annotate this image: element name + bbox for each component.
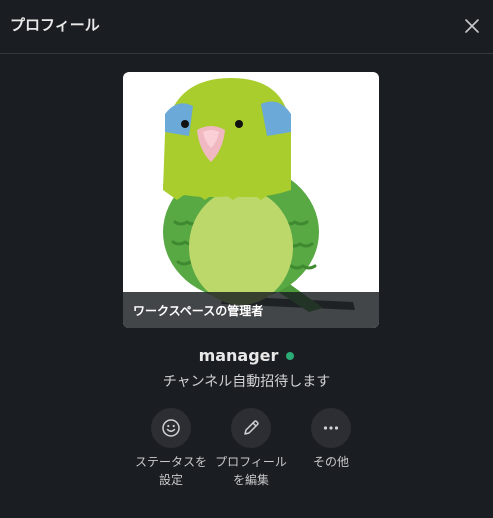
pencil-icon — [244, 420, 259, 435]
smiley-icon — [162, 419, 180, 437]
edit-profile-label: プロフィール を編集 — [215, 455, 287, 487]
panel-title: プロフィール — [10, 16, 100, 34]
avatar[interactable]: ワークスペースの管理者 — [123, 72, 379, 328]
more-button[interactable]: その他 — [286, 408, 376, 471]
close-button[interactable] — [457, 11, 487, 41]
set-status-label: ステータスを 設定 — [134, 455, 207, 487]
edit-profile-button[interactable]: プロフィール を編集 — [206, 408, 296, 489]
more-circle — [311, 408, 351, 448]
role-caption: ワークスペースの管理者 — [123, 292, 379, 328]
edit-profile-circle — [231, 408, 271, 448]
more-icon — [323, 426, 339, 430]
display-name: manager — [198, 346, 279, 365]
presence-indicator — [286, 351, 295, 360]
name-row: manager — [0, 346, 493, 365]
parakeet-illustration-icon — [163, 78, 355, 312]
set-status-circle — [151, 408, 191, 448]
set-status-button[interactable]: ステータスを 設定 — [126, 408, 216, 489]
profile-header: プロフィール — [0, 0, 493, 54]
close-icon — [465, 19, 479, 33]
more-label: その他 — [312, 455, 349, 469]
status-text: チャンネル自動招待します — [162, 374, 331, 390]
